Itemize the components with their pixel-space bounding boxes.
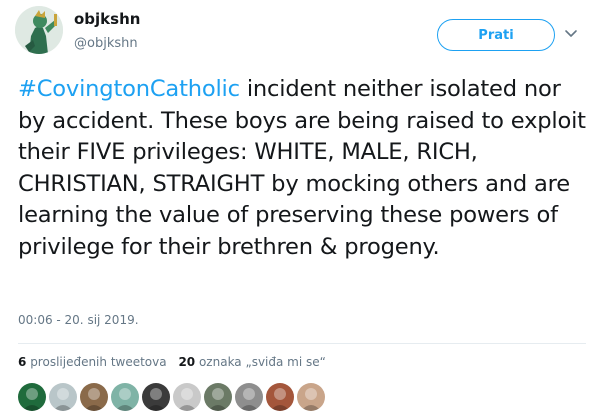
liker-avatar-3[interactable]: [80, 383, 108, 411]
liker-avatar-5[interactable]: [142, 383, 170, 411]
tweet-timestamp[interactable]: 00:06 - 20. sij 2019.: [18, 313, 139, 327]
retweets-count: 6: [18, 355, 27, 369]
divider: [18, 343, 586, 344]
liker-avatar-8[interactable]: [235, 383, 263, 411]
follow-button[interactable]: Prati: [437, 19, 555, 51]
retweets-label: proslijeđenih tweetova: [30, 355, 167, 369]
liker-avatar-1[interactable]: [18, 383, 46, 411]
likes-count: 20: [178, 355, 196, 369]
likes-label: oznaka „sviđa mi se“: [198, 355, 326, 369]
liker-avatar-2[interactable]: [49, 383, 77, 411]
retweets-stat[interactable]: 6 proslijeđenih tweetova: [18, 355, 167, 369]
user-info[interactable]: objkshn @objkshn: [74, 9, 140, 53]
liker-avatar-6[interactable]: [173, 383, 201, 411]
tweet-text: #CovingtonCatholic incident neither isol…: [18, 74, 588, 263]
liker-avatar-4[interactable]: [111, 383, 139, 411]
likes-stat[interactable]: 20 oznaka „sviđa mi se“: [178, 355, 325, 369]
tweet-body: incident neither isolated nor by acciden…: [18, 76, 586, 260]
hashtag-link[interactable]: #CovingtonCatholic: [18, 76, 240, 102]
liker-avatar-7[interactable]: [204, 383, 232, 411]
chevron-down-icon[interactable]: [564, 26, 578, 40]
liker-avatar-9[interactable]: [266, 383, 294, 411]
user-handle[interactable]: @objkshn: [74, 35, 140, 53]
tweet-stats: 6 proslijeđenih tweetova 20 oznaka „sviđ…: [18, 355, 326, 369]
liker-avatar-10[interactable]: [297, 383, 325, 411]
avatar-statue-icon: [15, 6, 63, 54]
display-name[interactable]: objkshn: [74, 9, 140, 29]
avatar[interactable]: [15, 6, 63, 54]
tweet-card: objkshn @objkshn Prati #CovingtonCatholi…: [0, 0, 600, 419]
